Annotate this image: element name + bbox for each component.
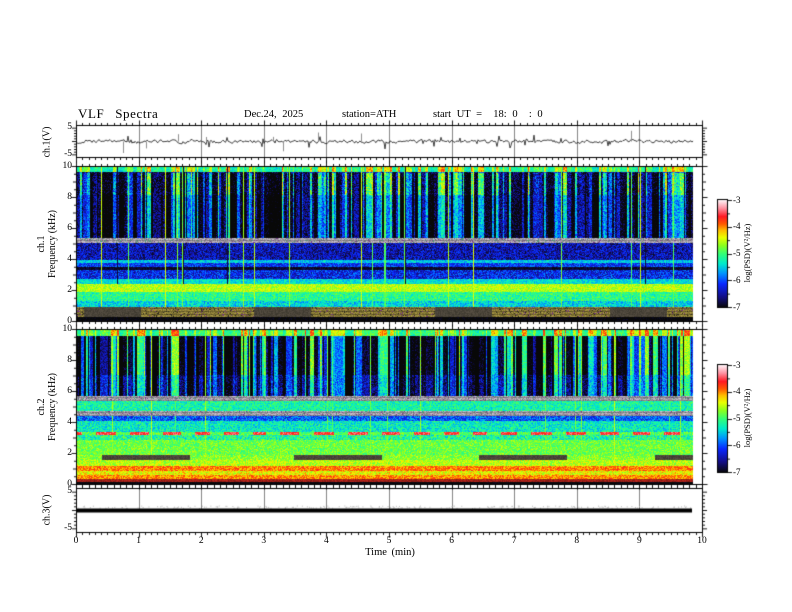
spectra-plot-canvas <box>0 0 792 612</box>
spec1-y-tick-label: 4 <box>67 253 72 264</box>
header-start-ut: start UT = 18: 0 : 0 <box>433 109 543 120</box>
ch3-y-tick-label: -5 <box>64 522 72 533</box>
colorbar1-tick-label: -7 <box>733 301 741 312</box>
spec2-y-tick-label: 8 <box>67 354 72 365</box>
colorbar2-tick-label: -6 <box>733 439 741 450</box>
colorbar1-tick-label: -4 <box>733 221 741 232</box>
x-tick-label: 3 <box>261 536 267 546</box>
x-tick-label: 5 <box>386 536 392 546</box>
x-tick-label: 6 <box>449 536 454 546</box>
ch3-voltage-axis-label: ch.3(V) <box>41 494 53 526</box>
spec1-y-tick-label: 6 <box>67 222 72 233</box>
colorbar2-axis-label: log(PSD)(V²/Hz) <box>742 388 753 448</box>
spec1-y-tick-label: 2 <box>67 284 72 295</box>
x-tick-label: 4 <box>324 536 329 546</box>
spec2-y-tick-label: 4 <box>67 416 72 427</box>
ch2-frequency-axis-label: ch.2 Frequency (kHz) <box>35 372 58 442</box>
header-station: station=ATH <box>342 109 397 120</box>
x-tick-label: 0 <box>73 536 79 546</box>
spec2-y-tick-label: 6 <box>67 385 72 396</box>
spec1-y-tick-label: 10 <box>62 160 73 171</box>
ch1-frequency-axis-label: ch.1 Frequency (kHz) <box>35 209 58 279</box>
x-axis-title: Time (min) <box>365 547 415 558</box>
x-tick-label: 2 <box>198 536 204 546</box>
x-tick-label: 10 <box>697 536 707 546</box>
vlf-spectra-figure: VLF Spectra Dec.24, 2025 station=ATH sta… <box>0 0 792 612</box>
colorbar2-tick-label: -3 <box>733 359 741 370</box>
ch1-y-tick-label: 5 <box>67 122 72 133</box>
colorbar1-tick-label: -6 <box>733 274 741 285</box>
figure-title: VLF Spectra <box>78 106 159 121</box>
colorbar2-tick-label: -7 <box>733 466 741 477</box>
x-tick-label: 7 <box>511 536 517 546</box>
x-tick-label: 8 <box>574 536 580 546</box>
ch1-voltage-axis-label: ch.1(V) <box>41 126 53 158</box>
ch1-y-tick-label: -5 <box>64 148 72 159</box>
spec1-y-tick-label: 8 <box>67 191 72 202</box>
colorbar1-tick-label: -3 <box>733 194 741 205</box>
colorbar1-tick-label: -5 <box>733 248 741 258</box>
x-tick-label: 9 <box>637 536 642 546</box>
spec2-y-tick-label: 2 <box>67 447 72 458</box>
header-date: Dec.24, 2025 <box>244 109 304 120</box>
colorbar2-tick-label: -5 <box>733 413 741 423</box>
colorbar2-tick-label: -4 <box>733 386 741 397</box>
x-tick-label: 1 <box>136 536 141 546</box>
spec2-y-tick-label: 10 <box>62 323 73 334</box>
spec2-y-tick-label: 0 <box>67 478 72 489</box>
colorbar1-axis-label: log(PSD)(V²/Hz) <box>742 223 753 283</box>
